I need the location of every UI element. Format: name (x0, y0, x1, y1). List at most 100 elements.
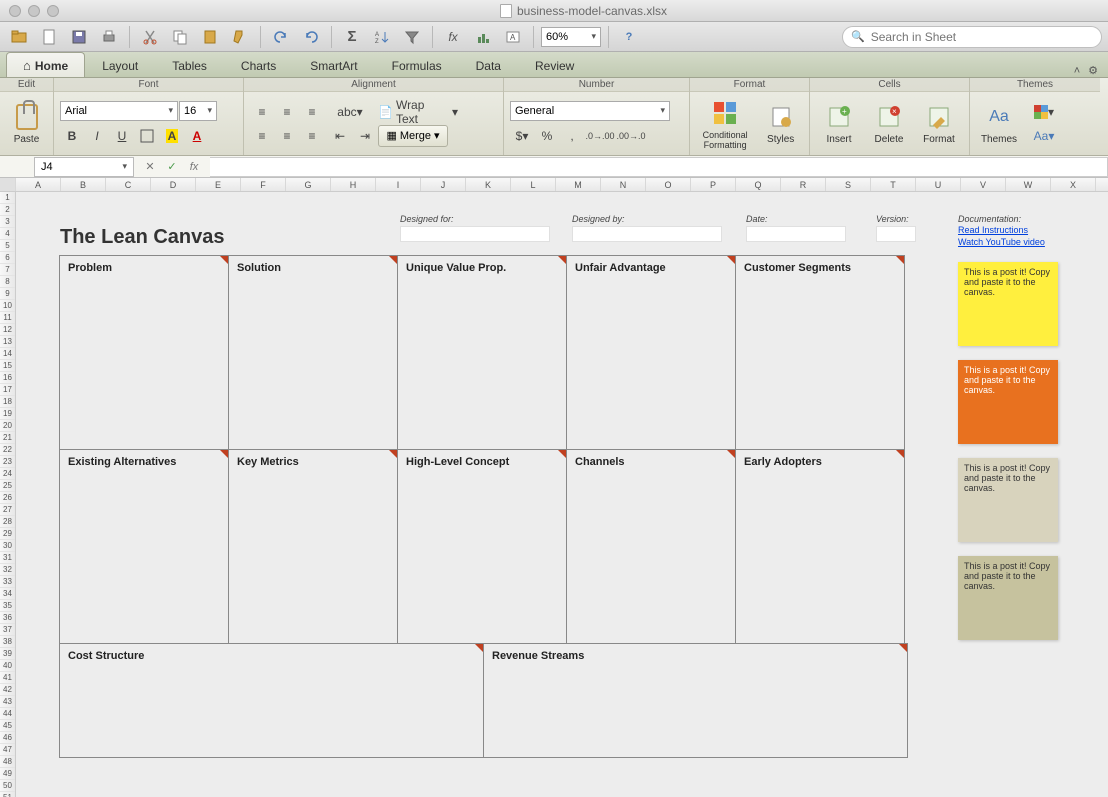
sort-button[interactable]: AZ (369, 25, 395, 49)
row-header[interactable]: 42 (0, 684, 15, 696)
col-header[interactable]: A (16, 178, 61, 191)
box-alternatives[interactable]: Existing Alternatives (59, 449, 229, 644)
worksheet[interactable]: A B C D E F G H I J K L M N O P Q R S T … (0, 178, 1108, 797)
increase-indent-button[interactable]: ⇥ (353, 125, 377, 147)
print-button[interactable] (96, 25, 122, 49)
tab-review[interactable]: Review (518, 53, 591, 77)
col-header[interactable]: F (241, 178, 286, 191)
meta-designed-for-input[interactable] (400, 226, 550, 242)
row-header[interactable]: 18 (0, 396, 15, 408)
row-header[interactable]: 13 (0, 336, 15, 348)
filter-button[interactable] (399, 25, 425, 49)
box-unfair-advantage[interactable]: Unfair Advantage (566, 255, 736, 450)
box-solution[interactable]: Solution (228, 255, 398, 450)
read-instructions-link[interactable]: Read Instructions (958, 224, 1045, 236)
col-header[interactable]: D (151, 178, 196, 191)
row-header[interactable]: 37 (0, 624, 15, 636)
bold-button[interactable]: B (60, 125, 84, 147)
font-color-button[interactable]: A (185, 125, 209, 147)
border-button[interactable] (135, 125, 159, 147)
theme-colors-button[interactable]: ▾ (1026, 101, 1062, 123)
row-header[interactable]: 24 (0, 468, 15, 480)
format-painter-button[interactable] (227, 25, 253, 49)
row-header[interactable]: 48 (0, 756, 15, 768)
col-header[interactable]: K (466, 178, 511, 191)
col-header[interactable]: M (556, 178, 601, 191)
row-header[interactable]: 16 (0, 372, 15, 384)
col-header[interactable]: W (1006, 178, 1051, 191)
row-header[interactable]: 41 (0, 672, 15, 684)
search-box[interactable]: 🔍 (842, 26, 1102, 48)
col-header[interactable]: G (286, 178, 331, 191)
col-header[interactable]: H (331, 178, 376, 191)
postit-orange[interactable]: This is a post it! Copy and paste it to … (958, 360, 1058, 444)
col-header[interactable]: I (376, 178, 421, 191)
postit-olive[interactable]: This is a post it! Copy and paste it to … (958, 556, 1058, 640)
autosum-button[interactable]: Σ (339, 25, 365, 49)
postit-tan[interactable]: This is a post it! Copy and paste it to … (958, 458, 1058, 542)
row-header[interactable]: 40 (0, 660, 15, 672)
cut-button[interactable] (137, 25, 163, 49)
decrease-indent-button[interactable]: ⇤ (328, 125, 352, 147)
merge-button[interactable]: ▦ Merge ▾ (378, 125, 448, 147)
themes-button[interactable]: Aa Themes (976, 96, 1022, 152)
format-cells-button[interactable]: Format (916, 96, 962, 152)
col-header[interactable]: B (61, 178, 106, 191)
col-header[interactable]: P (691, 178, 736, 191)
paste-button[interactable] (197, 25, 223, 49)
undo-button[interactable] (268, 25, 294, 49)
decrease-decimal-button[interactable]: .00→.0 (616, 125, 646, 147)
postit-yellow[interactable]: This is a post it! Copy and paste it to … (958, 262, 1058, 346)
italic-button[interactable]: I (85, 125, 109, 147)
zoom-selector[interactable]: 60%▾ (541, 27, 601, 47)
row-header[interactable]: 33 (0, 576, 15, 588)
row-header[interactable]: 15 (0, 360, 15, 372)
row-header[interactable]: 4 (0, 228, 15, 240)
row-header[interactable]: 17 (0, 384, 15, 396)
row-header[interactable]: 7 (0, 264, 15, 276)
row-header[interactable]: 46 (0, 732, 15, 744)
row-header[interactable]: 31 (0, 552, 15, 564)
underline-button[interactable]: U (110, 125, 134, 147)
col-header[interactable]: J (421, 178, 466, 191)
fill-color-button[interactable]: A (160, 125, 184, 147)
save-button[interactable] (66, 25, 92, 49)
text-box-button[interactable]: A (500, 25, 526, 49)
row-header[interactable]: 49 (0, 768, 15, 780)
align-center-button[interactable]: ≡ (275, 101, 299, 123)
tab-layout[interactable]: Layout (85, 53, 155, 77)
box-early-adopters[interactable]: Early Adopters (735, 449, 905, 644)
col-header[interactable]: Q (736, 178, 781, 191)
col-header[interactable]: O (646, 178, 691, 191)
meta-date-input[interactable] (746, 226, 846, 242)
row-header[interactable]: 35 (0, 600, 15, 612)
tab-formulas[interactable]: Formulas (375, 53, 459, 77)
box-uvp[interactable]: Unique Value Prop. (397, 255, 567, 450)
watch-video-link[interactable]: Watch YouTube video (958, 236, 1045, 248)
row-header[interactable]: 25 (0, 480, 15, 492)
col-header[interactable]: X (1051, 178, 1096, 191)
styles-button[interactable]: Styles (758, 96, 803, 152)
increase-decimal-button[interactable]: .0→.00 (585, 125, 615, 147)
align-bottom-button[interactable]: ≡ (300, 125, 324, 147)
number-format-select[interactable]: General▾ (510, 101, 670, 121)
row-header[interactable]: 45 (0, 720, 15, 732)
formula-input[interactable] (210, 157, 1108, 177)
row-header[interactable]: 27 (0, 504, 15, 516)
row-header[interactable]: 50 (0, 780, 15, 792)
insert-cells-button[interactable]: + Insert (816, 96, 862, 152)
name-box[interactable]: J4▾ (34, 157, 134, 177)
align-right-button[interactable]: ≡ (300, 101, 324, 123)
row-header[interactable]: 21 (0, 432, 15, 444)
show-formulas-button[interactable]: fx (440, 25, 466, 49)
wrap-text-button[interactable]: 📄Wrap Text▾ (373, 101, 463, 123)
meta-designed-by-input[interactable] (572, 226, 722, 242)
comma-button[interactable]: , (560, 125, 584, 147)
tab-tables[interactable]: Tables (155, 53, 224, 77)
align-top-button[interactable]: ≡ (250, 125, 274, 147)
box-customer-segments[interactable]: Customer Segments (735, 255, 905, 450)
help-button[interactable]: ? (616, 25, 642, 49)
col-header[interactable]: U (916, 178, 961, 191)
row-header[interactable]: 32 (0, 564, 15, 576)
select-all-corner[interactable] (0, 178, 16, 191)
